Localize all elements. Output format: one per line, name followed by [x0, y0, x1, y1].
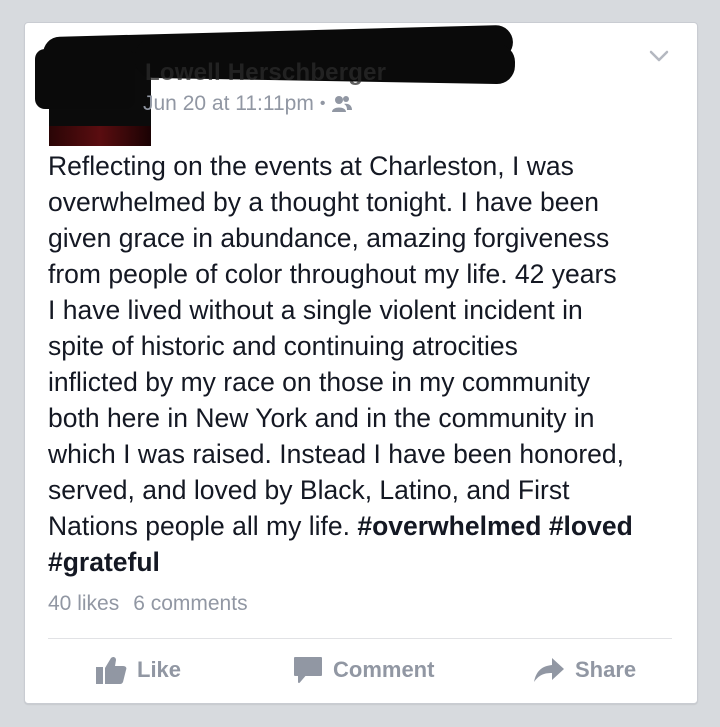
hashtag-link[interactable]: #grateful: [48, 547, 160, 577]
meta-separator: •: [319, 95, 326, 112]
like-label: Like: [137, 657, 182, 682]
post-text-line: spite of historic and continuing atrocit…: [48, 331, 518, 361]
post-text-line: inflicted by my race on those in my comm…: [48, 367, 590, 397]
likes-count[interactable]: 40 likes: [48, 592, 119, 615]
share-arrow-icon: [534, 658, 564, 682]
thumbs-up-icon: [96, 656, 127, 684]
share-label: Share: [575, 657, 637, 682]
post-text-line: I have lived without a single violent in…: [48, 295, 583, 325]
divider: [48, 638, 672, 639]
comments-count[interactable]: 6 comments: [133, 592, 247, 615]
redaction-mark: [35, 49, 135, 109]
post-card: Lowell Herschberger Jun 20 at 11:11pm • …: [24, 22, 698, 704]
comment-label: Comment: [333, 657, 435, 682]
chevron-down-icon[interactable]: [649, 49, 669, 63]
post-text-line: served, and loved by Black, Latino, and …: [48, 475, 570, 505]
like-button[interactable]: Like: [95, 648, 181, 692]
post-body: Reflecting on the events at Charleston, …: [48, 148, 678, 580]
post-text-line: Reflecting on the events at Charleston, …: [48, 151, 574, 181]
avatar-image-detail: [49, 126, 151, 146]
comment-icon: [294, 657, 322, 683]
post-text-line: from people of color throughout my life.…: [48, 259, 617, 289]
share-button[interactable]: Share: [533, 648, 636, 692]
post-text-line: overwhelmed by a thought tonight. I have…: [48, 187, 599, 217]
comment-button[interactable]: Comment: [293, 648, 434, 692]
post-text-line: given grace in abundance, amazing forgiv…: [48, 223, 610, 253]
friends-icon[interactable]: [331, 95, 353, 113]
post-text-line: Nations people all my life.: [48, 511, 358, 541]
post-stats: 40 likes 6 comments: [48, 592, 248, 616]
post-timestamp[interactable]: Jun 20 at 11:11pm: [143, 92, 314, 116]
hashtag-link[interactable]: #loved: [549, 511, 633, 541]
action-bar: Like Comment Share: [25, 648, 697, 692]
post-header: Lowell Herschberger Jun 20 at 11:11pm •: [25, 23, 697, 146]
author-name[interactable]: Lowell Herschberger: [145, 59, 386, 87]
post-text-line: which I was raised. Instead I have been …: [48, 439, 624, 469]
post-meta: Jun 20 at 11:11pm •: [143, 92, 353, 116]
post-text-line: both here in New York and in the communi…: [48, 403, 595, 433]
hashtag-link[interactable]: #overwhelmed: [357, 511, 541, 541]
